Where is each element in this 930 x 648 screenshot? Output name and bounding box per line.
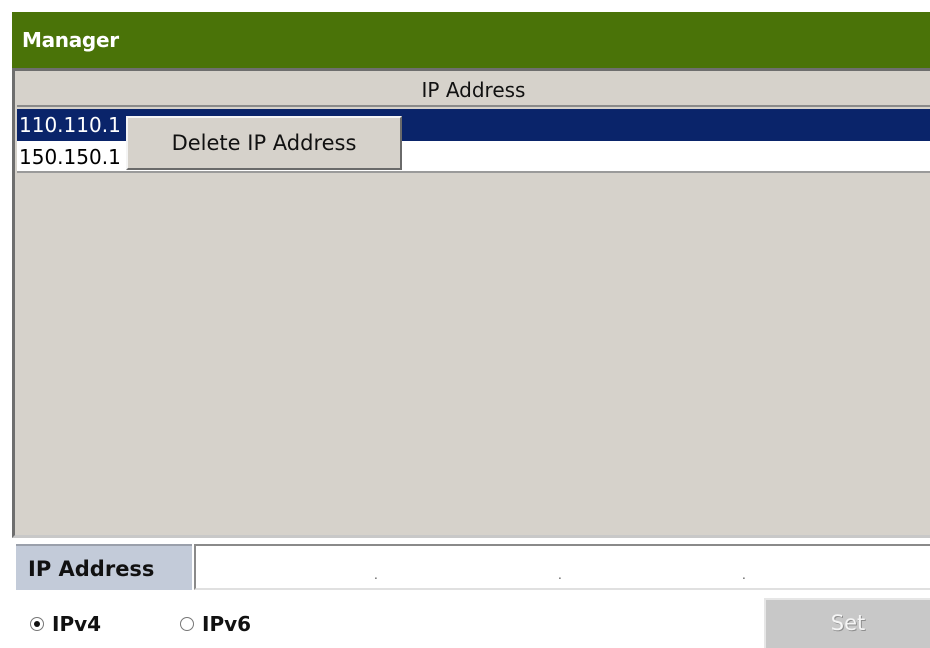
radio-checked-icon[interactable] (30, 617, 44, 631)
ipv6-label: IPv6 (202, 612, 252, 636)
ipv4-label: IPv4 (52, 612, 102, 636)
ip-separator: . (742, 568, 746, 582)
window-title: Manager (22, 28, 119, 52)
ipv6-radio-option[interactable]: IPv6 (180, 608, 290, 640)
ip-address-label-box: IP Address (16, 544, 192, 590)
title-bar: Manager (12, 12, 930, 68)
column-header-ip-address[interactable]: IP Address (17, 75, 930, 107)
ip-address-input[interactable]: . . . (194, 544, 930, 590)
set-button[interactable]: Set (764, 598, 930, 648)
radio-unchecked-icon[interactable] (180, 617, 194, 631)
ip-separator: . (374, 568, 378, 582)
context-menu: Delete IP Address (126, 116, 402, 170)
ipv4-radio-option[interactable]: IPv4 (30, 608, 140, 640)
ip-address-label: IP Address (28, 557, 155, 581)
ip-separator: . (558, 568, 562, 582)
delete-ip-address-menu-item[interactable]: Delete IP Address (128, 118, 400, 168)
